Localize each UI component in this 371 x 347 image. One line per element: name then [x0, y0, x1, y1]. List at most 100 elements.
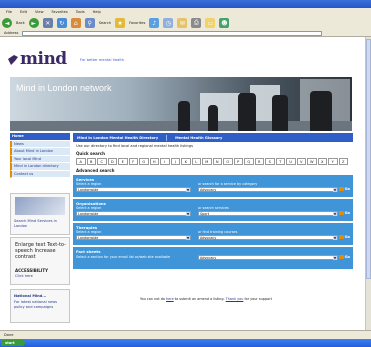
sidebar-item-about[interactable]: About Mind in London	[10, 148, 70, 156]
letter-e-button[interactable]: E	[118, 158, 128, 165]
media-icon[interactable]: ♪	[149, 18, 160, 28]
letter-q-button[interactable]: Q	[244, 158, 254, 165]
letter-v-button[interactable]: V	[296, 158, 306, 165]
menu-favorites[interactable]: Favorites	[52, 10, 68, 14]
favorites-label[interactable]: Favorites	[129, 21, 145, 25]
banner-person	[208, 105, 218, 131]
letter-z-button[interactable]: Z	[338, 158, 348, 165]
site-logo[interactable]: mind	[20, 49, 67, 69]
back-label[interactable]: Back	[16, 21, 25, 25]
accessibility-click-here[interactable]: Click here	[15, 274, 33, 278]
region-label: Select a region	[76, 230, 102, 234]
national-title[interactable]: National Mind...	[14, 294, 46, 298]
services-select[interactable]: Sport ▼	[198, 211, 338, 216]
letter-u-button[interactable]: U	[286, 158, 296, 165]
letter-t-button[interactable]: T	[275, 158, 285, 165]
chevron-down-icon: ▼	[333, 236, 337, 240]
search-label[interactable]: Search	[99, 21, 111, 25]
letter-j-button[interactable]: J	[170, 158, 180, 165]
letter-p-button[interactable]: P	[233, 158, 243, 165]
search-icon[interactable]: ⚲	[84, 18, 95, 28]
menu-help[interactable]: Help	[93, 10, 101, 14]
go-arrow-icon	[338, 235, 344, 239]
letter-i-button[interactable]: I	[160, 158, 170, 165]
site-tagline: For better mental health	[80, 58, 125, 62]
menu-view[interactable]: View	[35, 10, 44, 14]
menu-bar: File Edit View Favorites Tools Help	[0, 8, 371, 16]
menu-tools[interactable]: Tools	[76, 10, 85, 14]
print-icon[interactable]: ⎙	[191, 18, 202, 28]
letter-w-button[interactable]: W	[307, 158, 317, 165]
go-button[interactable]: Go	[338, 211, 350, 215]
letter-l-button[interactable]: L	[191, 158, 201, 165]
letter-x-button[interactable]: X	[317, 158, 327, 165]
messenger-icon[interactable]: ☻	[219, 18, 230, 28]
history-icon[interactable]: ◷	[163, 18, 174, 28]
letter-b-button[interactable]: B	[86, 158, 96, 165]
letter-g-button[interactable]: G	[139, 158, 149, 165]
footer-note: You can not do here to submit an amend a…	[140, 297, 272, 301]
accessibility-title: ACCESSIBILITY	[15, 268, 48, 273]
tab-separator	[166, 134, 168, 141]
mail-icon[interactable]: ✉	[177, 18, 188, 28]
panel-title: Fact sheets	[76, 249, 101, 254]
letter-c-button[interactable]: C	[97, 158, 107, 165]
tab-glossary[interactable]: Mental Health Glossary	[175, 136, 222, 140]
category-select[interactable]: Advocacy ▼	[198, 187, 338, 192]
go-button[interactable]: Go	[338, 255, 350, 259]
letter-h-button[interactable]: H	[149, 158, 159, 165]
training-select[interactable]: Advocacy ▼	[198, 235, 338, 240]
letter-d-button[interactable]: D	[107, 158, 117, 165]
promo-accessibility[interactable]: Enlarge text Text-to-speech Increase con…	[10, 237, 70, 285]
letter-n-button[interactable]: N	[212, 158, 222, 165]
sidebar-item-directory[interactable]: Mind in London directory	[10, 163, 70, 171]
letter-f-button[interactable]: F	[128, 158, 138, 165]
tab-directory[interactable]: Mind in London Mental Health Directory	[77, 136, 158, 140]
vertical-scrollbar[interactable]	[365, 37, 371, 330]
panel-services: Services Select a region Londonwide ▼ or …	[73, 175, 353, 197]
letter-k-button[interactable]: K	[181, 158, 191, 165]
chevron-down-icon: ▼	[333, 212, 337, 216]
sidebar-item-contact[interactable]: Contact us	[10, 170, 70, 178]
sidebar-item-news[interactable]: News	[10, 140, 70, 148]
promo-search-services[interactable]: Search Mind Services in London	[10, 193, 70, 235]
home-icon[interactable]: ⌂	[70, 18, 81, 28]
scrollbar-thumb[interactable]	[366, 39, 371, 279]
promo-image	[15, 197, 65, 215]
menu-file[interactable]: File	[6, 10, 12, 14]
letter-a-button[interactable]: A	[76, 158, 86, 165]
footer-thanks-link[interactable]: Thank you	[226, 297, 244, 301]
go-button[interactable]: Go	[338, 235, 350, 239]
address-input[interactable]	[22, 30, 323, 36]
region-select[interactable]: Londonwide ▼	[76, 235, 191, 240]
promo-search-text[interactable]: Search Mind Services in London	[14, 219, 68, 229]
chevron-down-icon: ▼	[186, 212, 190, 216]
letter-s-button[interactable]: S	[265, 158, 275, 165]
start-button[interactable]: start	[1, 340, 25, 346]
letter-y-button[interactable]: Y	[328, 158, 338, 165]
refresh-icon[interactable]: ↻	[56, 18, 67, 28]
stop-icon[interactable]: ✕	[42, 18, 53, 28]
taskbar: start	[0, 339, 371, 347]
factsheet-select[interactable]: Advocacy ▼	[198, 255, 338, 260]
favorites-icon[interactable]: ★	[115, 18, 126, 28]
letter-r-button[interactable]: R	[254, 158, 264, 165]
directory-intro: Use our directory to find local and regi…	[76, 144, 193, 148]
forward-arrow-icon[interactable]: ►	[28, 18, 39, 28]
menu-edit[interactable]: Edit	[20, 10, 27, 14]
region-select[interactable]: Londonwide ▼	[76, 211, 191, 216]
sidebar-item-local-mind[interactable]: Your local Mind	[10, 155, 70, 163]
chevron-down-icon: ▼	[186, 188, 190, 192]
back-arrow-icon[interactable]: ◄	[2, 18, 12, 28]
go-button[interactable]: Go	[338, 187, 350, 191]
letter-m-button[interactable]: M	[202, 158, 212, 165]
panel-organisations: Organisations Select a region Londonwide…	[73, 199, 353, 221]
address-label: Address	[4, 31, 19, 35]
region-select[interactable]: Londonwide ▼	[76, 187, 191, 192]
letter-o-button[interactable]: O	[223, 158, 233, 165]
training-label: or find training courses	[198, 230, 238, 234]
promo-national-mind[interactable]: National Mind... For latest national new…	[10, 289, 70, 323]
sidebar-item-home[interactable]: Home	[10, 133, 70, 141]
footer-here-link[interactable]: here	[166, 297, 174, 301]
folder-icon[interactable]: ▭	[205, 18, 216, 28]
